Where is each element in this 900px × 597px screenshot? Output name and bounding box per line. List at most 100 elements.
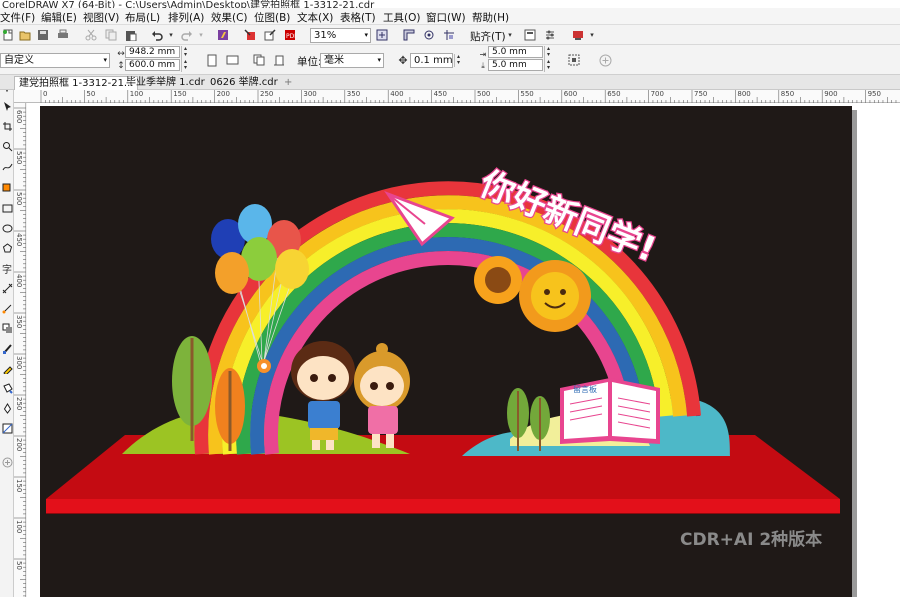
- current-page-icon[interactable]: [272, 53, 286, 67]
- eyedropper-tool-icon[interactable]: [0, 361, 14, 375]
- print-icon[interactable]: [56, 28, 70, 42]
- all-pages-icon[interactable]: [252, 53, 266, 67]
- export-icon[interactable]: [263, 28, 277, 42]
- smart-drawing-tool-icon[interactable]: [0, 421, 14, 435]
- smart-fill-tool-icon[interactable]: [0, 179, 14, 193]
- add-plus-icon[interactable]: [598, 53, 612, 67]
- paste-icon[interactable]: [124, 28, 138, 42]
- redo-icon[interactable]: [180, 28, 194, 42]
- ruler-label: 550: [520, 90, 534, 98]
- tab-document-1[interactable]: 建党拍照框 1-3312-21...: [14, 76, 139, 90]
- cut-icon[interactable]: [84, 28, 98, 42]
- menu-tools[interactable]: 工具(O): [383, 10, 420, 25]
- redo-dropdown-icon[interactable]: ▾: [194, 28, 208, 42]
- page-width-input[interactable]: 948.2 mm: [125, 46, 180, 58]
- transparency-tool-icon[interactable]: [0, 341, 14, 355]
- menu-bar: 文件(F) 编辑(E) 视图(V) 布局(L) 排列(A) 效果(C) 位图(B…: [0, 8, 900, 25]
- menu-text[interactable]: 文本(X): [297, 10, 333, 25]
- crop-tool-icon[interactable]: [0, 119, 14, 133]
- save-icon[interactable]: [36, 28, 50, 42]
- interactive-fill-tool-icon[interactable]: [0, 381, 14, 395]
- new-tab-plus-icon[interactable]: +: [280, 76, 296, 90]
- page-size-select[interactable]: 自定义 ▾: [0, 53, 110, 68]
- duplicate-y-input[interactable]: 5.0 mm: [488, 59, 543, 71]
- girl-cartoon[interactable]: [354, 343, 410, 448]
- menu-window[interactable]: 窗口(W): [426, 10, 466, 25]
- copy-icon[interactable]: [104, 28, 118, 42]
- menu-view[interactable]: 视图(V): [83, 10, 119, 25]
- launcher-dropdown-icon[interactable]: ▾: [585, 28, 599, 42]
- duplicate-x-input[interactable]: 5.0 mm: [488, 46, 543, 58]
- title-bar: CorelDRAW X7 (64-Bit) - C:\Users\Admin\D…: [0, 0, 900, 8]
- ruler-label: 300: [303, 90, 317, 98]
- show-guidelines-icon[interactable]: [442, 28, 456, 42]
- shape-tool-icon[interactable]: [0, 99, 14, 113]
- polygon-tool-icon[interactable]: [0, 241, 14, 255]
- add-tool-icon[interactable]: [0, 455, 14, 469]
- application-launcher-icon[interactable]: [571, 28, 585, 42]
- text-tool-icon[interactable]: 字: [0, 261, 14, 276]
- full-screen-preview-icon[interactable]: [375, 28, 389, 42]
- show-grid-icon[interactable]: [422, 28, 436, 42]
- ruler-label: 250: [260, 90, 274, 98]
- ruler-label: 150: [173, 90, 187, 98]
- snap-dropdown-icon[interactable]: ▾: [503, 28, 517, 42]
- menu-edit[interactable]: 编辑(E): [41, 10, 77, 25]
- show-rulers-icon[interactable]: [402, 28, 416, 42]
- ruler-label: 0: [43, 90, 48, 98]
- connector-tool-icon[interactable]: [0, 301, 14, 315]
- chevron-down-icon: ▾: [103, 56, 107, 64]
- import-icon[interactable]: [243, 28, 257, 42]
- freehand-tool-icon[interactable]: [0, 159, 14, 173]
- page-height-input[interactable]: 600.0 mm: [125, 59, 180, 71]
- page-height-spinner[interactable]: ▴ ▾: [181, 59, 189, 72]
- page-size-value: 自定义: [4, 55, 34, 66]
- artwork-canvas: 留言板 你好新同学!: [46, 162, 840, 514]
- rectangle-tool-icon[interactable]: [0, 201, 14, 215]
- ellipse-tool-icon[interactable]: [0, 221, 14, 235]
- open-icon[interactable]: [18, 28, 32, 42]
- menu-effects[interactable]: 效果(C): [211, 10, 248, 25]
- ruler-label: 450: [15, 233, 23, 247]
- menu-layout[interactable]: 布局(L): [125, 10, 160, 25]
- new-document-icon[interactable]: [1, 28, 15, 42]
- standard-toolbar: ▾ ▾ PDF 31% ▾ 贴齐(T) ▾ ▾: [0, 25, 900, 45]
- publish-pdf-icon[interactable]: PDF: [283, 28, 297, 42]
- menu-bitmaps[interactable]: 位图(B): [254, 10, 290, 25]
- nudge-spinner[interactable]: ▴ ▾: [454, 54, 462, 67]
- units-select[interactable]: 毫米 ▾: [320, 53, 384, 68]
- duplicate-y-spinner[interactable]: ▴ ▾: [544, 59, 552, 72]
- sunflower-small[interactable]: [474, 256, 522, 304]
- sun-smiley[interactable]: [519, 260, 591, 332]
- ruler-label: 750: [694, 90, 708, 98]
- options-icon[interactable]: [543, 28, 557, 42]
- portrait-icon[interactable]: [205, 53, 219, 67]
- tab-document-3[interactable]: 0626 举牌.cdr: [206, 76, 282, 90]
- parallel-dimension-tool-icon[interactable]: [0, 281, 14, 295]
- undo-dropdown-icon[interactable]: ▾: [164, 28, 178, 42]
- horizontal-ruler[interactable]: 0 50 100 150 200 250 300 350 400 450 500 550 600 650 7…: [14, 90, 900, 103]
- horizontal-ruler-ticks: [40, 90, 897, 103]
- menu-table[interactable]: 表格(T): [340, 10, 376, 25]
- book-label: 留言板: [573, 384, 597, 394]
- watermark-text: CDR+AI 2种版本: [680, 530, 823, 550]
- landscape-icon[interactable]: [225, 53, 239, 67]
- menu-arrange[interactable]: 排列(A): [168, 10, 204, 25]
- undo-icon[interactable]: [150, 28, 164, 42]
- menu-file[interactable]: 文件(F): [0, 10, 35, 25]
- welcome-screen-icon[interactable]: [523, 28, 537, 42]
- snap-to-menu[interactable]: 贴齐(T): [470, 29, 506, 44]
- outline-pen-tool-icon[interactable]: [0, 401, 14, 415]
- drop-shadow-tool-icon[interactable]: [0, 321, 14, 335]
- search-content-icon[interactable]: [216, 28, 230, 42]
- zoom-tool-icon[interactable]: [0, 139, 14, 153]
- nudge-distance-input[interactable]: 0.1 mm: [410, 53, 453, 68]
- treat-as-filled-icon[interactable]: [567, 53, 581, 67]
- ruler-label: 300: [15, 356, 23, 370]
- ruler-label: 450: [433, 90, 447, 98]
- ruler-label: 350: [346, 90, 361, 98]
- vertical-ruler[interactable]: 600 550 500 450 400 350 300 250 200 150 100 50: [14, 103, 26, 597]
- zoom-level-select[interactable]: 31% ▾: [310, 28, 371, 43]
- tab-document-2[interactable]: 毕业季举牌 1.cdr: [122, 76, 209, 90]
- menu-help[interactable]: 帮助(H): [472, 10, 509, 25]
